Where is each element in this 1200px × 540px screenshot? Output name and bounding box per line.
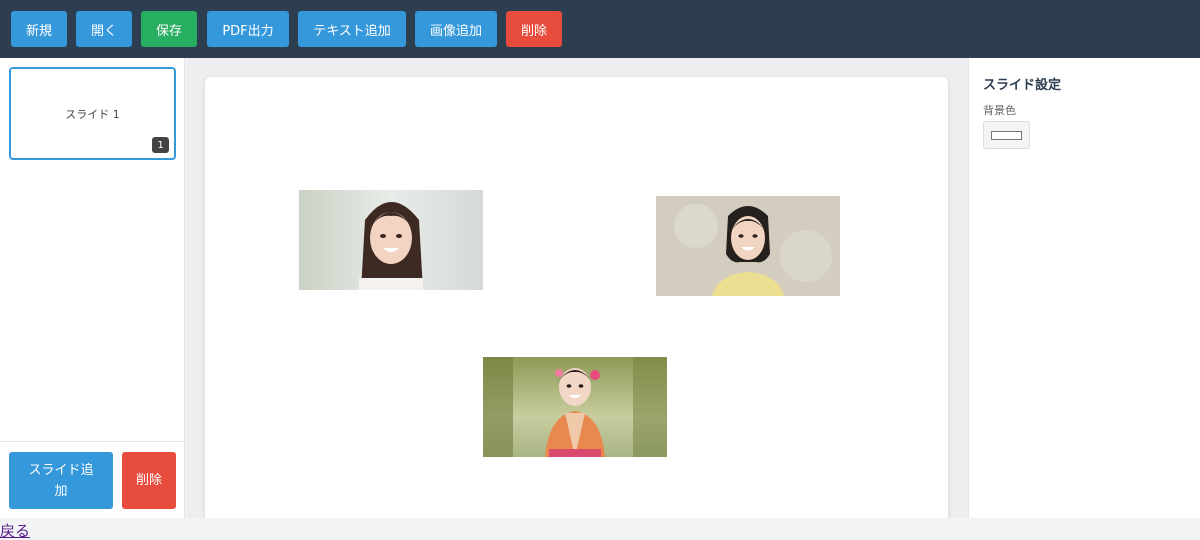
add-slide-button[interactable]: スライド追加	[9, 452, 113, 509]
slide-image-3[interactable]	[483, 357, 667, 457]
portrait-woman-kimono	[483, 357, 667, 457]
add-text-button[interactable]: テキスト追加	[298, 11, 406, 47]
delete-slide-button[interactable]: 削除	[122, 452, 176, 509]
color-preview	[991, 131, 1022, 140]
footer: 戻る	[0, 518, 1200, 540]
pdf-export-button[interactable]: PDF出力	[207, 11, 289, 47]
slide-image-1[interactable]	[299, 190, 483, 290]
properties-panel: スライド設定 背景色	[968, 58, 1200, 518]
panel-title: スライド設定	[983, 78, 1062, 93]
portrait-woman-long-hair	[299, 190, 483, 290]
add-image-button[interactable]: 画像追加	[415, 11, 497, 47]
slide-thumbnail[interactable]: スライド 1 1	[9, 67, 176, 160]
new-button[interactable]: 新規	[11, 11, 67, 47]
slide-thumbnail-label: スライド 1	[65, 107, 120, 121]
toolbar: 新規 開く 保存 PDF出力 テキスト追加 画像追加 削除	[0, 0, 1200, 58]
sidebar-footer: スライド追加 削除	[0, 441, 185, 518]
save-button[interactable]: 保存	[141, 11, 197, 47]
delete-button[interactable]: 削除	[506, 11, 562, 47]
slide-list-sidebar: スライド 1 1 スライド追加 削除	[0, 58, 185, 518]
back-link[interactable]: 戻る	[0, 520, 30, 540]
open-button[interactable]: 開く	[76, 11, 132, 47]
background-color-label: 背景色	[983, 104, 1016, 117]
slide-canvas[interactable]	[205, 77, 948, 518]
slide-number-badge: 1	[152, 137, 169, 153]
slide-image-2[interactable]	[656, 196, 840, 296]
portrait-woman-bob-yellow-top	[656, 196, 840, 296]
canvas-area	[186, 58, 968, 518]
background-color-picker[interactable]	[983, 121, 1030, 149]
